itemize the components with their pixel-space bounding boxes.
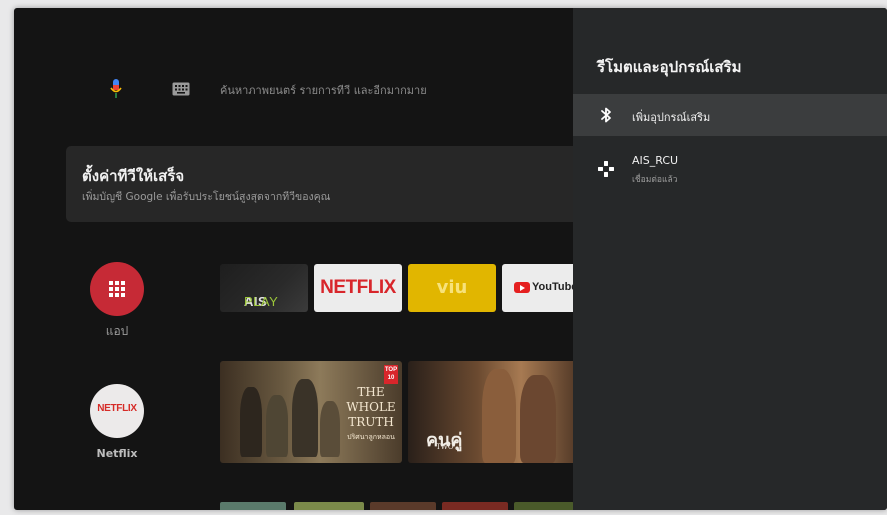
remotes-accessories-panel: รีโมตและอุปกรณ์เสริม เพิ่มอุปกรณ์เสริม A… <box>573 8 887 510</box>
figure <box>482 369 516 463</box>
search-input[interactable]: ค้นหาภาพยนตร์ รายการทีวี และอีกมากมาย <box>220 81 427 99</box>
aisplay-tile[interactable]: AIS PLAY <box>220 264 308 312</box>
figure <box>292 379 318 457</box>
thumbnail-partial[interactable] <box>220 502 286 510</box>
figure <box>240 387 262 457</box>
thumbnail-partial[interactable] <box>294 502 364 510</box>
thumbnail-partial[interactable] <box>370 502 436 510</box>
youtube-tile[interactable]: YouTube <box>502 264 582 312</box>
netflix-tile[interactable]: NETFLIX <box>314 264 402 312</box>
apps-button[interactable] <box>90 262 144 316</box>
ais-rcu-item[interactable]: AIS_RCU เชื่อมต่อแล้ว <box>573 146 887 192</box>
banner-title: ตั้งค่าทีวีให้เสร็จ <box>82 167 185 185</box>
netflix-app-button[interactable]: NETFLIX <box>90 384 144 438</box>
thumbnail-title: THE WHOLE TRUTH ปริศนาลูกหลอน <box>346 385 396 441</box>
banner-subtitle: เพิ่มบัญชี Google เพื่อรับประโยชน์สูงสุด… <box>82 191 331 203</box>
mic-icon[interactable] <box>109 78 123 102</box>
youtube-logo: YouTube <box>532 281 578 293</box>
keyboard-icon[interactable] <box>172 82 190 96</box>
thumbnail-title: คนคู่ TWO <box>426 430 463 451</box>
netflix-logo: NETFLIX <box>97 403 137 414</box>
add-accessory-label: เพิ่มอุปกรณ์เสริม <box>632 111 711 124</box>
netflix-tile-logo: NETFLIX <box>320 277 396 298</box>
viu-tile[interactable]: viu <box>408 264 496 312</box>
netflix-thumbnail-whole-truth[interactable]: TOP 10 THE WHOLE TRUTH ปริศนาลูกหลอน <box>220 361 402 463</box>
tv-home-screen: ค้นหาภาพยนตร์ รายการทีวี และอีกมากมาย ตั… <box>14 8 887 510</box>
ais-rcu-label: AIS_RCU <box>632 154 679 167</box>
netflix-thumbnail-kon-khu[interactable]: คนคู่ TWO <box>408 361 582 463</box>
apps-label: แอป <box>105 324 129 338</box>
viu-logo: viu <box>436 277 468 298</box>
apps-grid-icon <box>109 281 125 297</box>
gamepad-icon <box>598 161 614 177</box>
thumbnail-partial[interactable] <box>442 502 508 510</box>
add-accessory-item[interactable]: เพิ่มอุปกรณ์เสริม <box>573 94 887 136</box>
figure <box>520 375 556 463</box>
youtube-play-icon <box>514 282 530 293</box>
netflix-app-label: Netflix <box>96 447 138 460</box>
bluetooth-icon <box>601 107 611 123</box>
setup-banner[interactable]: ตั้งค่าทีวีให้เสร็จ เพิ่มบัญชี Google เพ… <box>66 146 626 222</box>
figure <box>320 401 340 457</box>
thumbnail-partial[interactable] <box>514 502 574 510</box>
panel-title: รีโมตและอุปกรณ์เสริม <box>597 58 742 76</box>
ais-rcu-status: เชื่อมต่อแล้ว <box>632 175 678 185</box>
figure <box>266 395 288 457</box>
top10-badge: TOP 10 <box>384 365 398 384</box>
